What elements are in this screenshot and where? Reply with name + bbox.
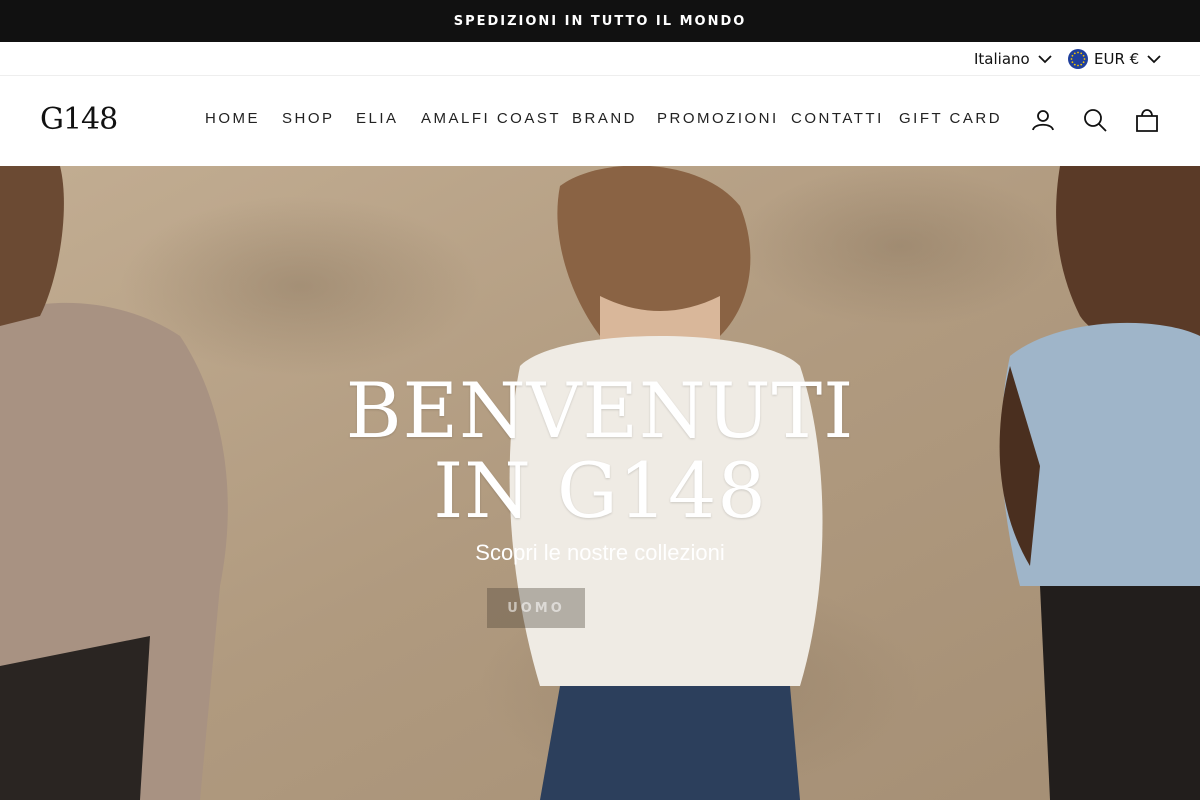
main-nav: HOME SHOP ELIA AMALFI COAST BRAND PROMOZ…: [0, 76, 1200, 166]
announcement-bar: SPEDIZIONI IN TUTTO IL MONDO: [0, 0, 1200, 42]
uomo-button[interactable]: UOMO: [487, 588, 585, 628]
nav-item-elia[interactable]: ELIA: [356, 110, 399, 127]
hero-subtitle: Scopri le nostre collezioni: [475, 540, 725, 565]
currency-selector[interactable]: EUR €: [1068, 42, 1161, 76]
nav-item-promozioni[interactable]: PROMOZIONI: [657, 110, 779, 127]
hero-title: BENVENUTI IN G148: [0, 371, 1200, 531]
language-label: Italiano: [974, 50, 1030, 68]
search-icon[interactable]: [1082, 107, 1108, 133]
eu-flag-icon: [1068, 49, 1088, 69]
hero-title-line-2: IN G148: [433, 446, 767, 535]
language-selector[interactable]: Italiano: [974, 42, 1052, 76]
chevron-down-icon: [1147, 55, 1161, 64]
site-header: G148 HOME SHOP ELIA AMALFI COAST BRAND P…: [0, 76, 1200, 166]
user-icon[interactable]: [1030, 107, 1056, 133]
utility-bar: Italiano EUR €: [0, 42, 1200, 76]
cart-icon[interactable]: [1134, 107, 1160, 133]
hero-banner: BENVENUTI IN G148 Scopri le nostre colle…: [0, 166, 1200, 800]
nav-item-shop[interactable]: SHOP: [282, 110, 335, 127]
currency-label: EUR €: [1094, 50, 1140, 68]
nav-item-gift-card[interactable]: GIFT CARD: [899, 110, 1002, 127]
nav-item-contatti[interactable]: CONTATTI: [791, 110, 884, 127]
announcement-text: SPEDIZIONI IN TUTTO IL MONDO: [453, 13, 747, 29]
chevron-down-icon: [1038, 55, 1052, 64]
hero-title-line-1: BENVENUTI: [345, 366, 855, 455]
nav-item-home[interactable]: HOME: [205, 110, 260, 127]
nav-item-brand[interactable]: BRAND: [572, 110, 637, 127]
nav-item-amalfi-coast[interactable]: AMALFI COAST: [421, 110, 561, 127]
